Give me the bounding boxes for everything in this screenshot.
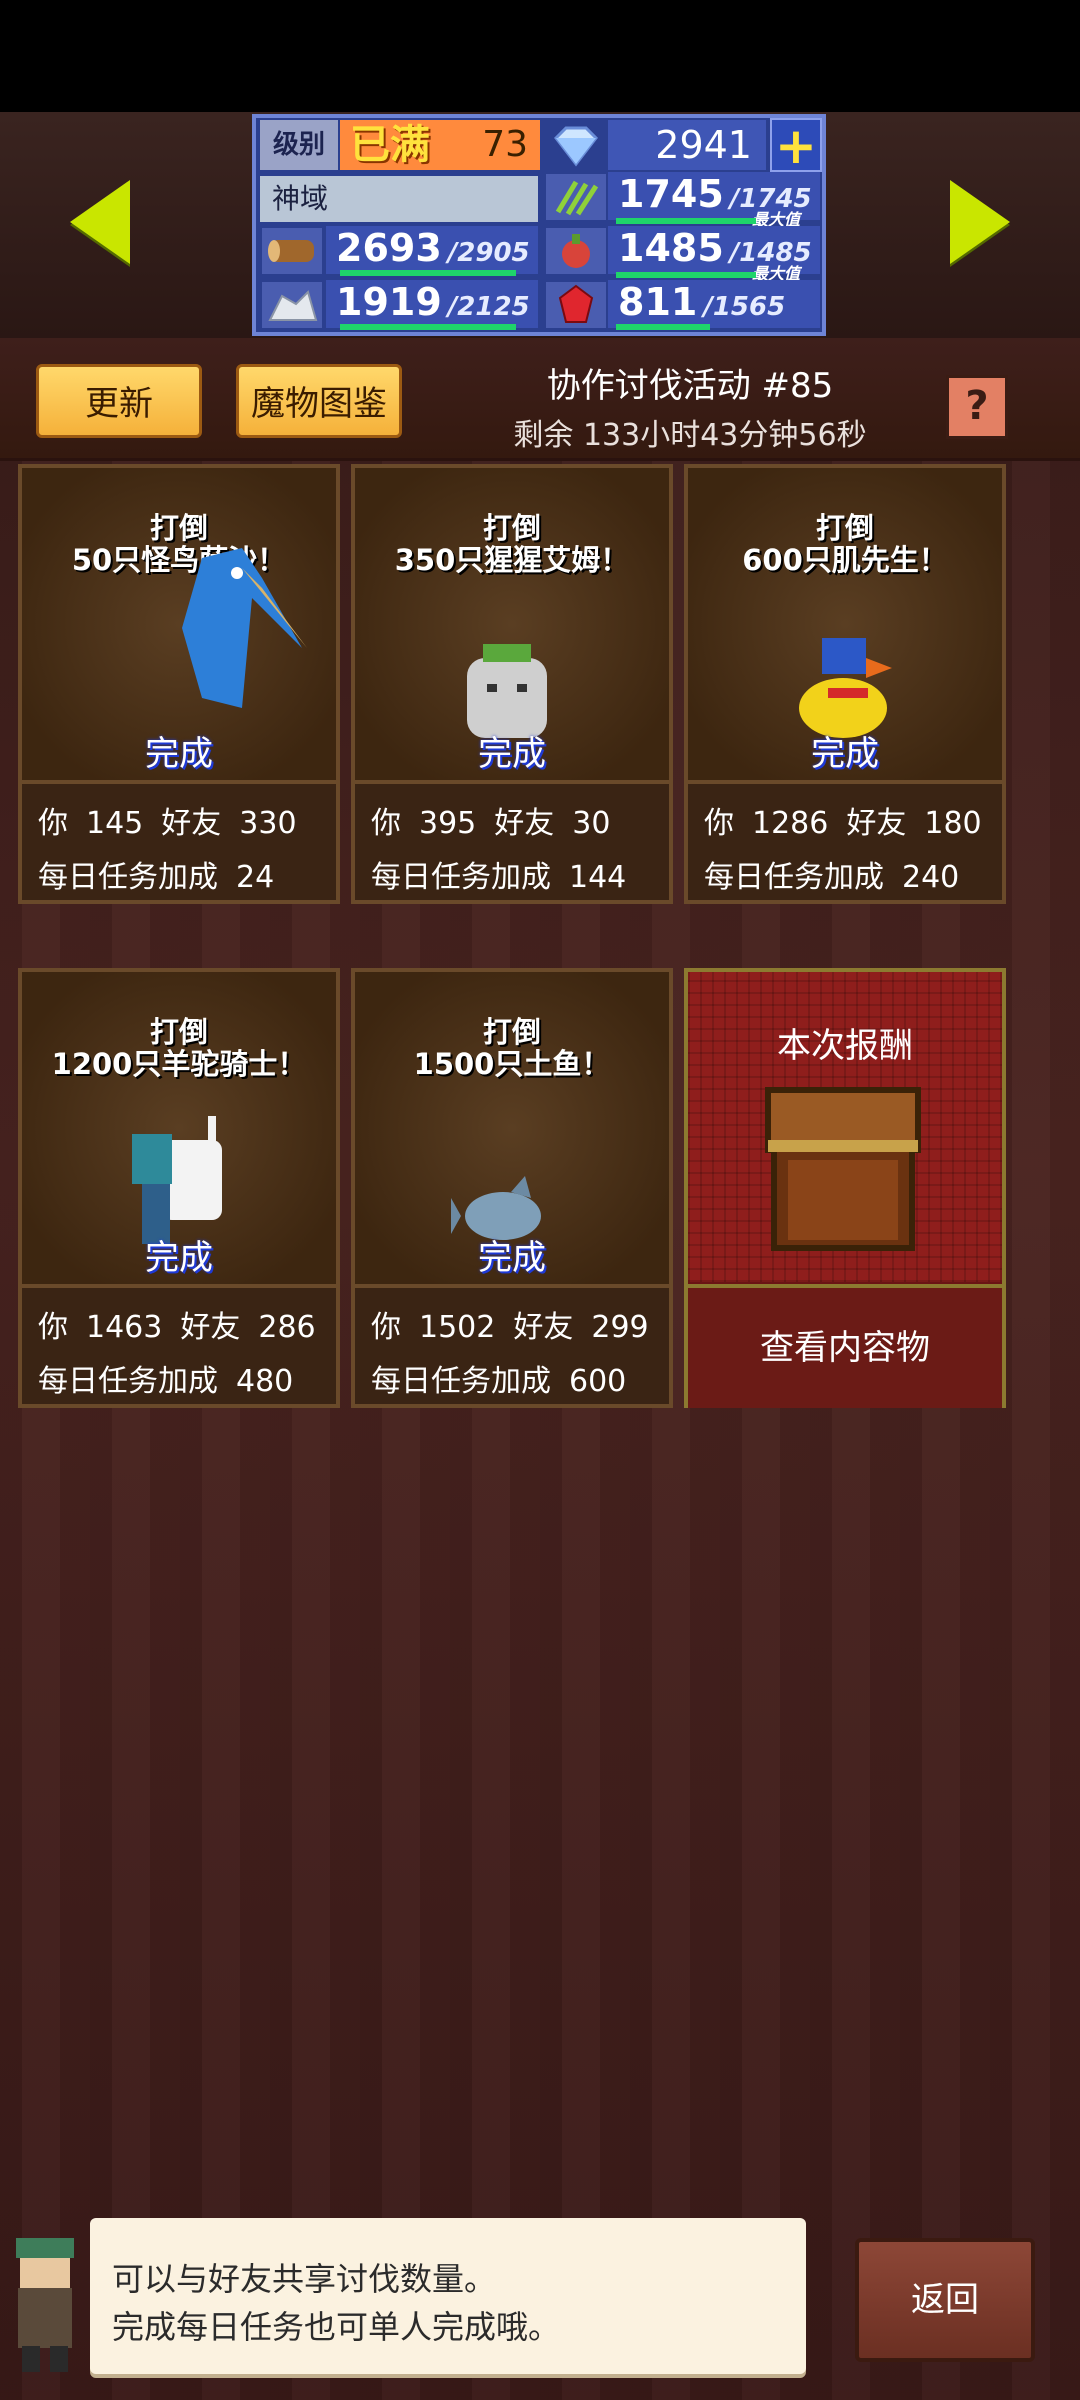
log-icon <box>262 228 322 274</box>
ruby-bar <box>616 324 710 330</box>
food-bar <box>616 272 756 278</box>
stats-panel: 级别 已满 73 2941 + 神域 2693/2905 1919/2125 1… <box>252 114 826 336</box>
ore-bar <box>340 324 516 330</box>
refresh-button[interactable]: 更新 <box>36 364 202 438</box>
wood-bar <box>340 270 516 276</box>
quest-card[interactable]: 打倒 350只猩猩艾姆！ 完成 你 395 好友 30 每日任务加成 144 <box>351 464 673 904</box>
quest-title: 打倒 1200只羊驼骑士！ <box>51 1015 307 1081</box>
bestiary-button[interactable]: 魔物图鉴 <box>236 364 402 438</box>
hint-dialog: 可以与好友共享讨伐数量。 完成每日任务也可单人完成哦。 <box>90 2218 806 2374</box>
ore-icon <box>262 282 322 328</box>
quest-card-art: 打倒 1500只土鱼！ 完成 <box>355 972 669 1288</box>
view-contents-button[interactable]: 查看内容物 <box>688 1284 1002 1408</box>
quest-daily-bonus: 每日任务加成 240 <box>704 860 960 895</box>
quest-complete-label: 完成 <box>145 734 213 774</box>
gem-count: 2941 <box>608 120 766 170</box>
next-arrow-icon[interactable] <box>950 180 1010 264</box>
quest-card[interactable]: 打倒 1500只土鱼！ 完成 你 1502 好友 299 每日任务加成 600 <box>351 968 673 1408</box>
quest-daily-bonus: 每日任务加成 144 <box>371 860 627 895</box>
quest-progress: 你 1463 好友 286 <box>38 1310 316 1345</box>
quest-complete-label: 完成 <box>478 734 546 774</box>
quest-card[interactable]: 打倒 600只肌先生！ 完成 你 1286 好友 180 每日任务加成 240 <box>684 464 1006 904</box>
quest-progress: 你 1286 好友 180 <box>704 806 982 841</box>
level-label: 级别 <box>260 120 338 170</box>
ruby-value: 811/1565 <box>608 280 820 328</box>
reward-card: 本次报酬 查看内容物 <box>684 968 1006 1408</box>
quest-card-art: 打倒 600只肌先生！ 完成 <box>688 468 1002 784</box>
quest-card[interactable]: 打倒 1200只羊驼骑士！ 完成 你 1463 好友 286 每日任务加成 480 <box>18 968 340 1408</box>
help-button[interactable]: ? <box>946 375 1008 439</box>
hint-line-2: 完成每日任务也可单人完成哦。 <box>112 2308 561 2346</box>
diamond-icon <box>546 120 606 170</box>
event-title: 协作讨伐活动 #85 <box>546 366 834 406</box>
ore-value: 1919/2125 <box>326 280 538 328</box>
realm-label: 神域 <box>260 176 538 222</box>
hint-line-1: 可以与好友共享讨伐数量。 <box>112 2260 497 2298</box>
quest-daily-bonus: 每日任务加成 24 <box>38 860 275 895</box>
wood-value: 2693/2905 <box>326 226 538 274</box>
quest-daily-bonus: 每日任务加成 600 <box>371 1364 627 1399</box>
quest-card-art: 打倒 350只猩猩艾姆！ 完成 <box>355 468 669 784</box>
quest-card-art: 打倒 50只怪鸟萨沙！ 完成 <box>22 468 336 784</box>
quest-title: 打倒 350只猩猩艾姆！ <box>394 511 630 577</box>
prev-arrow-icon[interactable] <box>70 180 130 264</box>
level-max-badge: 已满 <box>340 120 440 170</box>
quest-title: 打倒 600只肌先生！ <box>742 511 948 577</box>
add-gems-button[interactable]: + <box>770 118 822 172</box>
treasure-chest-icon <box>758 1070 928 1256</box>
quest-progress: 你 145 好友 330 <box>38 806 297 841</box>
quest-progress: 你 1502 好友 299 <box>371 1310 649 1345</box>
quest-card[interactable]: 打倒 50只怪鸟萨沙！ 完成 你 145 好友 330 每日任务加成 24 <box>18 464 340 904</box>
quest-progress: 你 395 好友 30 <box>371 806 611 841</box>
quest-complete-label: 完成 <box>478 1238 546 1278</box>
quest-card-art: 打倒 1200只羊驼骑士！ 完成 <box>22 972 336 1288</box>
event-remaining-time: 剩余 133小时43分钟56秒 <box>513 418 867 453</box>
reward-panel: 本次报酬 <box>688 972 1002 1282</box>
quest-complete-label: 完成 <box>811 734 879 774</box>
reward-title: 本次报酬 <box>777 1026 913 1066</box>
bird-monster-icon <box>142 528 312 732</box>
quest-title: 打倒 1500只土鱼！ <box>413 1015 611 1081</box>
npc-guide-avatar <box>0 2228 90 2378</box>
quest-complete-label: 完成 <box>145 1238 213 1278</box>
grass-bar <box>616 218 756 224</box>
food-icon <box>546 228 606 274</box>
quest-daily-bonus: 每日任务加成 480 <box>38 1364 294 1399</box>
grass-icon <box>546 174 606 220</box>
back-button[interactable]: 返回 <box>855 2238 1035 2362</box>
ruby-icon <box>546 282 606 328</box>
status-bar <box>0 0 1080 112</box>
level-value: 73 <box>440 120 540 170</box>
